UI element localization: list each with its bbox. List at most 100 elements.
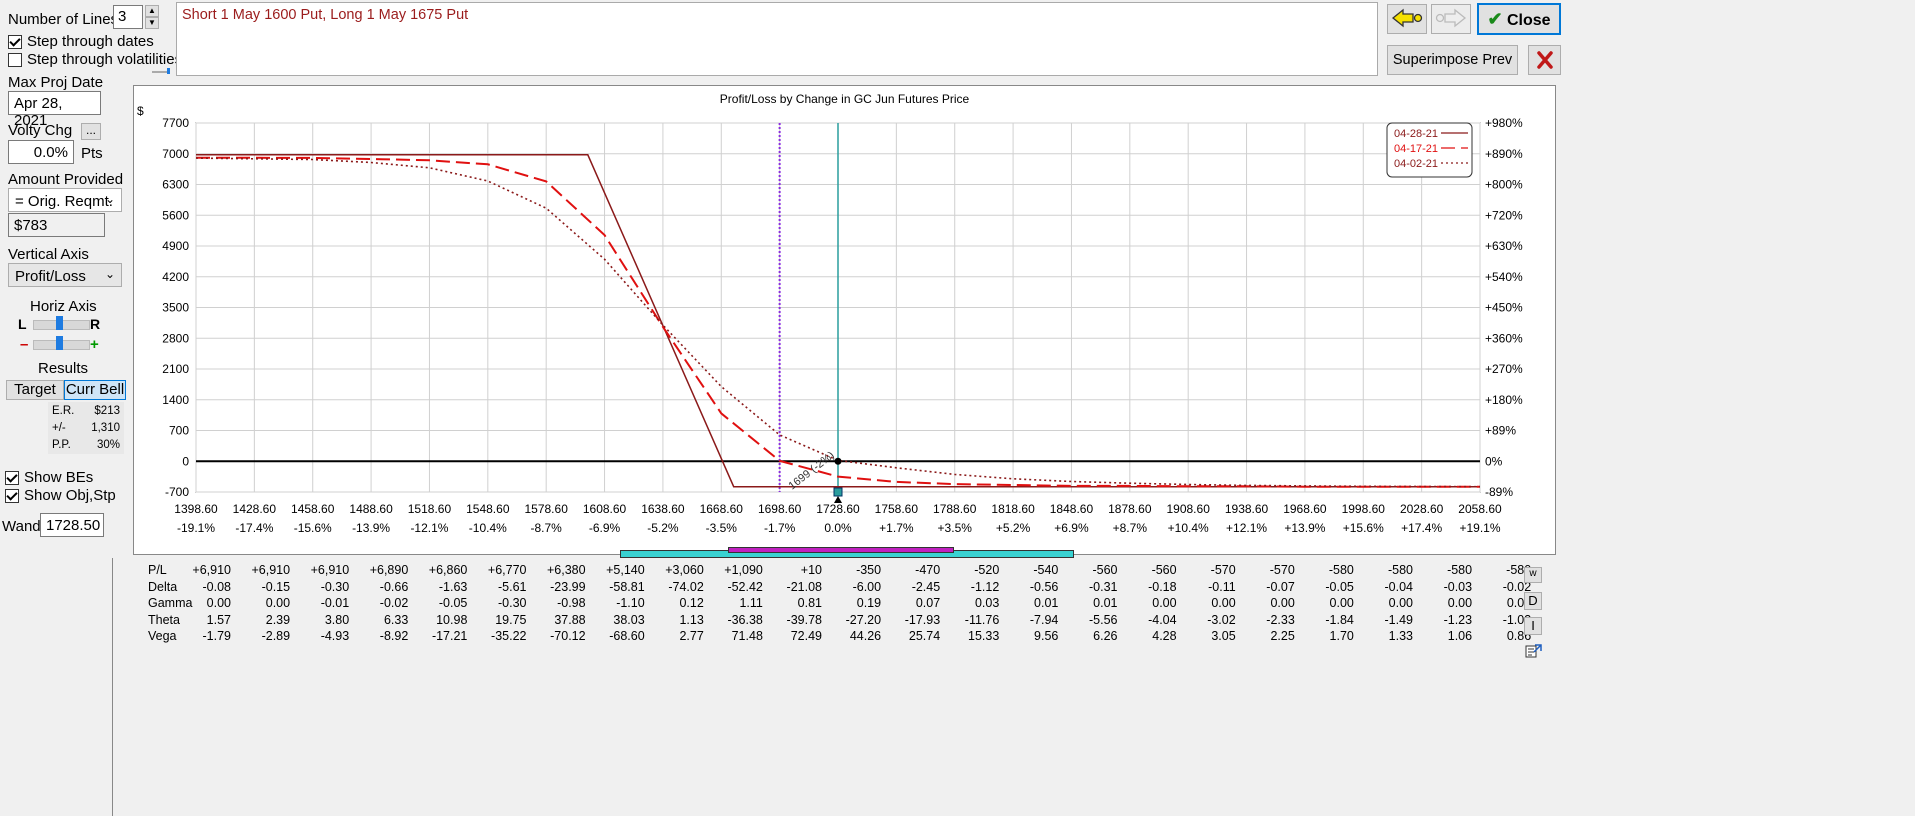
greeks-cell: +6,770 [487,563,527,577]
y-tick-label: 2800 [162,331,189,345]
greeks-cell: -0.08 [202,579,232,594]
greeks-cell: 0.00 [1152,596,1177,610]
greeks-cell: -1.12 [970,579,1000,594]
greeks-cell: -0.04 [1384,579,1414,594]
wand-arrow-icon [834,496,842,503]
x-tick-label: 1728.60 [816,502,860,516]
greeks-cell: 3.05 [1211,629,1236,643]
x-tick-label: 1458.60 [291,502,335,516]
greeks-cell: 4.28 [1152,629,1177,643]
greeks-cell: -4.93 [320,629,350,643]
greeks-cell: -2.45 [911,579,941,594]
y-right-tick-label: +360% [1485,331,1523,345]
x-pct-tick-label: -17.4% [235,521,273,535]
greeks-cell: 37.88 [554,612,586,627]
x-pct-tick-label: -12.1% [410,521,448,535]
greeks-cell: -70.12 [550,629,586,643]
y-right-tick-label: +89% [1485,424,1516,438]
greeks-cell: -0.02 [1502,579,1532,594]
x-tick-label: 1968.60 [1283,502,1327,516]
x-tick-label: 1548.60 [466,502,510,516]
x-pct-tick-label: +1.7% [879,521,914,535]
greeks-cell: -1.84 [1325,612,1354,627]
greeks-cell: -1.10 [616,596,645,610]
x-pct-tick-label: -15.6% [294,521,332,535]
greeks-cell: -570 [1269,563,1295,577]
y-tick-label: 0 [182,454,189,468]
x-pct-tick-label: -6.9% [589,521,621,535]
greeks-cell: +10 [800,563,822,577]
x-tick-label: 1398.60 [174,502,218,516]
greeks-cell: -6.00 [852,579,882,594]
magenta-range-bar [728,547,954,553]
greeks-cell: -350 [856,563,882,577]
greeks-cell: 0.00 [1270,596,1295,610]
side-button-w[interactable]: w [1524,567,1542,583]
legend-label: 04-17-21 [1394,143,1438,155]
greeks-cell: 0.00 [1211,596,1236,610]
greeks-cell: -470 [915,563,941,577]
y-right-tick-label: +630% [1485,239,1523,253]
y-right-tick-label: 0% [1485,454,1503,468]
greeks-cell: 3.80 [324,612,350,627]
x-tick-label: 1428.60 [233,502,277,516]
x-pct-tick-label: -19.1% [177,521,215,535]
greeks-cell: 2.39 [265,612,291,627]
greeks-cell: -1.63 [438,579,468,594]
greeks-cell: 0.01 [1093,596,1118,610]
greeks-cell: 19.75 [495,612,527,627]
greeks-cell: +6,890 [369,563,409,577]
greeks-cell: 0.19 [856,596,882,610]
greeks-cell: 1.57 [206,612,231,627]
greeks-cell: 1.33 [1388,629,1413,643]
profit-loss-chart[interactable]: 1398.60 -19.1% 1428.60 -17.4% 1458.60 -15.6% 1… [0,0,1915,560]
y-right-tick-label: +720% [1485,208,1523,222]
greeks-cell: 2.25 [1270,629,1295,643]
x-tick-label: 1608.60 [583,502,627,516]
greeks-cell: +1,090 [724,563,763,577]
greeks-cell: +5,140 [606,563,645,577]
greeks-cell: -1.49 [1384,612,1414,627]
y-tick-label: 1400 [162,393,189,407]
greeks-cell: -52.42 [727,579,763,594]
greeks-cell: 0.81 [797,596,822,610]
greeks-cell: 71.48 [731,629,763,643]
y-right-tick-label: +890% [1485,147,1523,161]
legend-label: 04-28-21 [1394,128,1438,140]
y-right-tick-label: +180% [1485,393,1523,407]
x-pct-tick-label: +6.9% [1054,521,1089,535]
greeks-cell: 0.01 [1034,596,1059,610]
greeks-cell: 0.00 [1506,596,1532,610]
greeks-cell: 1.70 [1329,629,1354,643]
greeks-cell: -4.04 [1148,612,1177,627]
greeks-cell: -580 [1447,563,1473,577]
side-button-d[interactable]: D [1524,592,1542,610]
greeks-cell: 15.33 [968,629,1000,643]
greeks-cell: -0.02 [379,596,409,610]
x-tick-label: 1908.60 [1166,502,1210,516]
greeks-cell: 6.33 [383,612,409,627]
greeks-cell: 2.77 [679,629,704,643]
y-tick-label: 5600 [162,208,189,222]
y-tick-label: 7700 [162,116,189,130]
x-pct-tick-label: +10.4% [1168,521,1209,535]
greeks-cell: -74.02 [668,579,704,594]
y-tick-label: 4900 [162,239,189,253]
greeks-cell: -0.15 [261,579,291,594]
greeks-cell: 25.74 [908,629,941,643]
greeks-cell: -17.93 [904,612,941,627]
greeks-cell: 0.00 [1388,596,1413,610]
export-icon[interactable] [1524,642,1542,660]
y-right-tick-label: +980% [1485,116,1523,130]
greeks-cell: -540 [1033,563,1059,577]
greeks-cell: -11.76 [964,612,1000,627]
x-pct-tick-label: +19.1% [1459,521,1500,535]
side-button-i[interactable]: I [1524,617,1542,635]
x-tick-label: 1818.60 [991,502,1035,516]
y-tick-label: 4200 [162,270,189,284]
greeks-cell: 0.03 [974,596,1000,610]
greeks-cell: 10.98 [436,612,468,627]
x-pct-tick-label: +17.4% [1401,521,1442,535]
greeks-cell: -1.03 [1502,612,1532,627]
greeks-cell: -21.08 [786,579,822,594]
